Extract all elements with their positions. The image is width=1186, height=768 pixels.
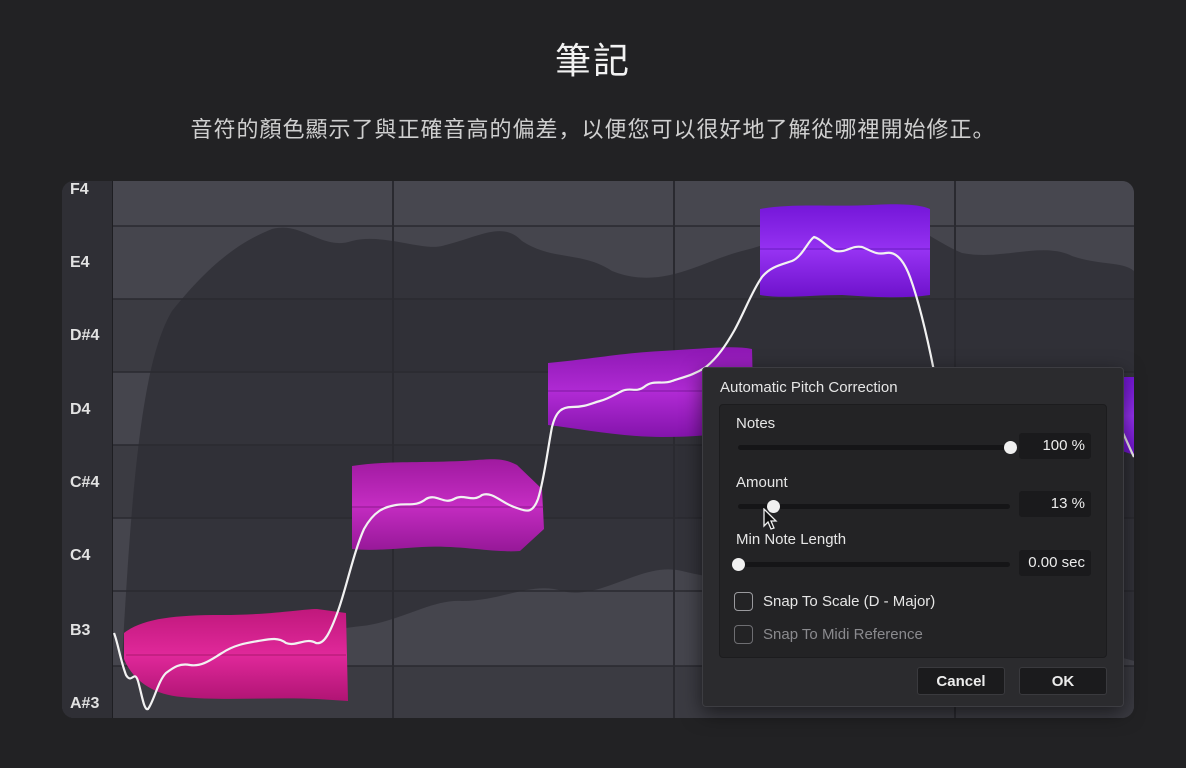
amount-value[interactable]: 13 % bbox=[1019, 491, 1091, 517]
note-c-sharp4[interactable] bbox=[352, 459, 544, 552]
key-c-sharp4[interactable]: C#4 bbox=[70, 474, 99, 492]
notes-slider[interactable] bbox=[738, 441, 1017, 454]
key-e4[interactable]: E4 bbox=[70, 254, 90, 272]
key-f4[interactable]: F4 bbox=[70, 181, 89, 199]
key-d4[interactable]: D4 bbox=[70, 401, 90, 419]
amount-label: Amount bbox=[736, 474, 788, 491]
key-b3[interactable]: B3 bbox=[70, 622, 90, 640]
snap-to-midi-option[interactable]: Snap To Midi Reference bbox=[734, 623, 923, 645]
ok-button[interactable]: OK bbox=[1019, 667, 1107, 695]
notes-value[interactable]: 100 % bbox=[1019, 433, 1091, 459]
key-c4[interactable]: C4 bbox=[70, 547, 90, 565]
notes-label: Notes bbox=[736, 415, 776, 432]
mouse-pointer-icon bbox=[763, 508, 778, 530]
min-note-length-value[interactable]: 0.00 sec bbox=[1019, 550, 1091, 576]
min-note-length-slider[interactable] bbox=[732, 558, 1010, 571]
page-title: 筆記 bbox=[554, 41, 631, 82]
notes-slider-thumb[interactable] bbox=[1004, 441, 1017, 454]
snap-to-scale-checkbox[interactable] bbox=[734, 591, 753, 611]
snap-to-midi-label[interactable]: Snap To Midi Reference bbox=[763, 626, 923, 643]
snap-to-scale-option[interactable]: Snap To Scale (D - Major) bbox=[734, 590, 935, 612]
piano-keys[interactable]: F4 E4 D#4 D4 C#4 C4 B3 A#3 bbox=[62, 181, 113, 718]
key-a-sharp3[interactable]: A#3 bbox=[70, 695, 99, 713]
snap-to-scale-label[interactable]: Snap To Scale (D - Major) bbox=[763, 593, 935, 610]
min-note-length-slider-thumb[interactable] bbox=[732, 558, 745, 571]
page-subtitle: 音符的顏色顯示了與正確音高的偏差，以便您可以很好地了解從哪裡開始修正。 bbox=[190, 118, 996, 143]
pitch-correction-dialog: Automatic Pitch Correction Notes 100 % A… bbox=[702, 367, 1124, 707]
min-note-length-label: Min Note Length bbox=[736, 531, 847, 548]
cancel-button[interactable]: Cancel bbox=[917, 667, 1005, 695]
dialog-title: Automatic Pitch Correction bbox=[720, 379, 898, 396]
key-d-sharp4[interactable]: D#4 bbox=[70, 327, 99, 345]
snap-to-midi-checkbox[interactable] bbox=[734, 624, 753, 644]
